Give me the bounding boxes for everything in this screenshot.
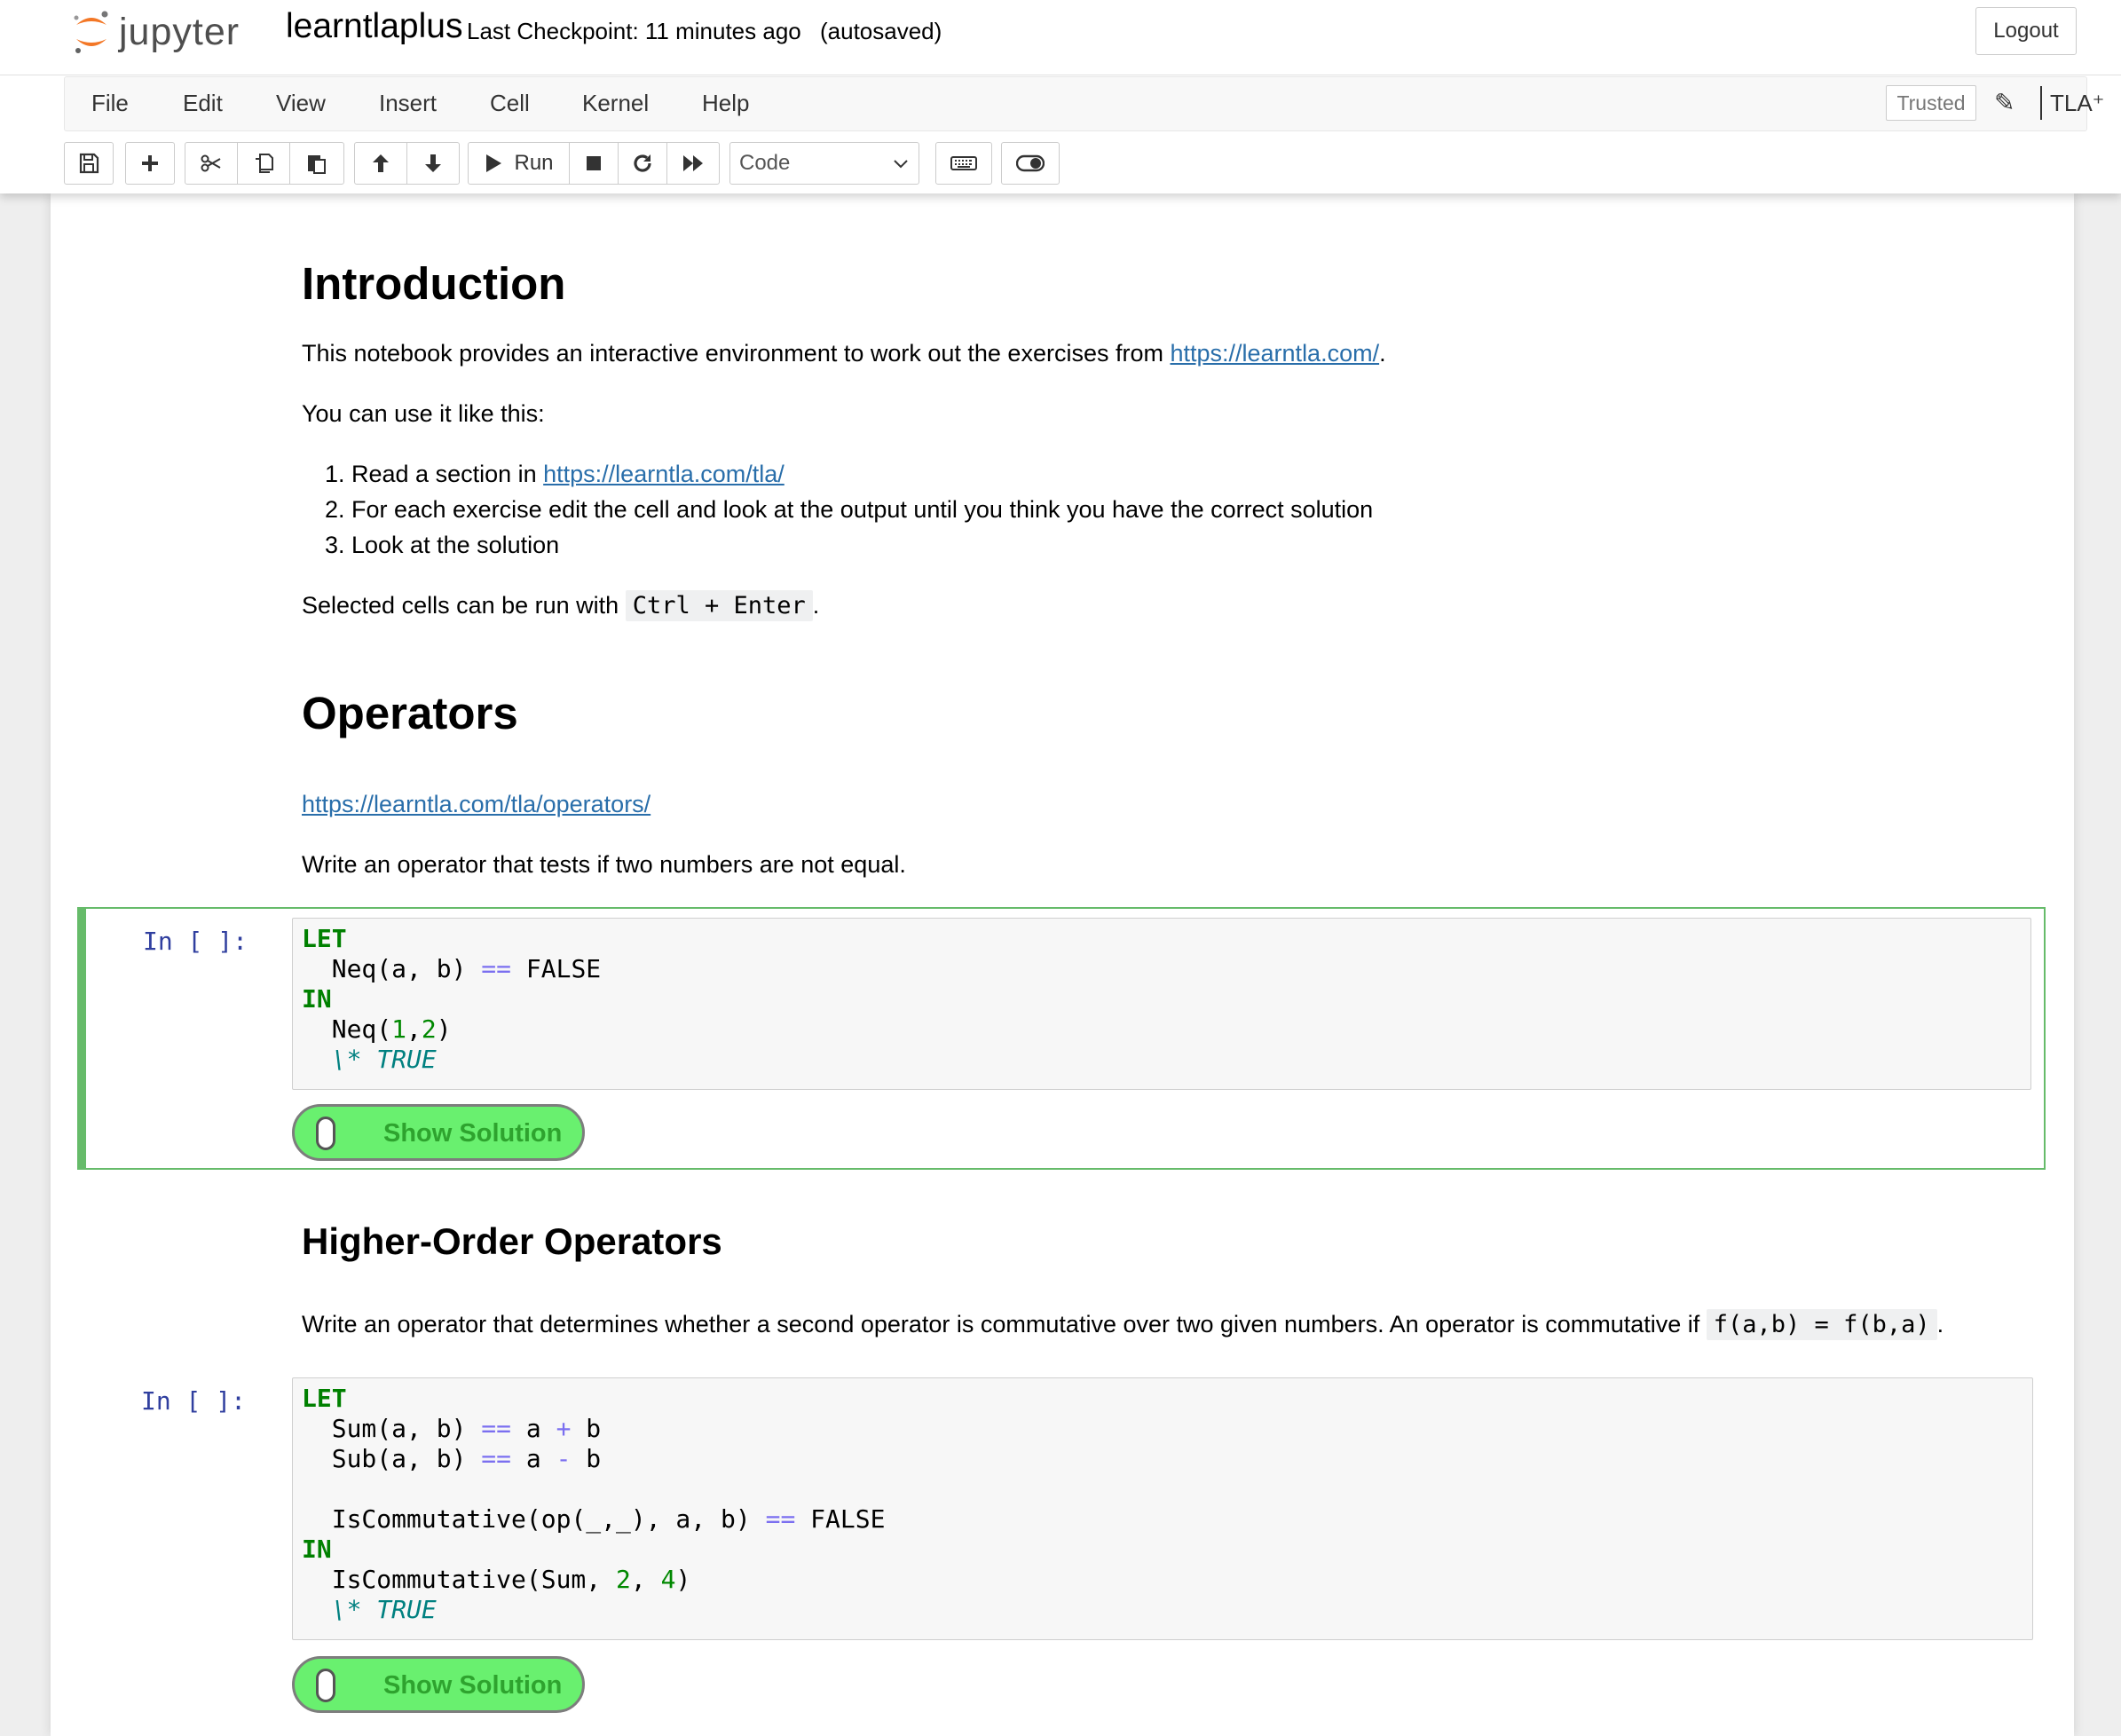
save-icon — [79, 153, 99, 174]
code-content: LET Sum(a, b) == a + b Sub(a, b) == a - … — [302, 1384, 886, 1624]
show-solution-label: Show Solution — [383, 1671, 563, 1700]
cut-icon — [201, 154, 221, 172]
operators-link[interactable]: https://learntla.com/tla/operators/ — [302, 791, 650, 817]
kernel-name[interactable]: TLA⁺ — [2050, 90, 2104, 117]
command-palette-button[interactable] — [935, 142, 992, 185]
toggle-icon — [1016, 154, 1045, 172]
menu-cell[interactable]: Cell — [490, 90, 530, 117]
autosave-status: (autosaved) — [820, 18, 942, 44]
run-button[interactable]: Run — [468, 142, 570, 185]
paste-button[interactable] — [289, 142, 344, 185]
keyboard-icon — [950, 156, 977, 170]
hoo-task: Write an operator that determines whethe… — [302, 1306, 2077, 1343]
jupyter-logo[interactable]: jupyter — [71, 5, 240, 59]
intro-text: This notebook provides an interactive en… — [302, 340, 1171, 367]
fast-forward-icon — [683, 155, 703, 171]
run-paragraph: Selected cells can be run with Ctrl + En… — [302, 588, 1988, 624]
save-button[interactable] — [64, 142, 114, 185]
move-down-button[interactable] — [406, 142, 460, 185]
run-label: Run — [514, 151, 554, 175]
run-text: Selected cells can be run with — [302, 592, 626, 619]
menu-insert[interactable]: Insert — [379, 90, 437, 117]
heading-higher-order-operators: Higher-Order Operators — [302, 1220, 722, 1262]
stop-icon — [587, 156, 601, 170]
menu-view[interactable]: View — [276, 90, 326, 117]
play-icon — [486, 154, 502, 172]
menu-help[interactable]: Help — [702, 90, 749, 117]
step-text: Read a section in — [351, 461, 544, 487]
toggle-knob — [316, 1117, 335, 1150]
hoo-task-end: . — [1936, 1311, 1944, 1338]
toggle-button[interactable] — [1001, 142, 1060, 185]
heading-operators: Operators — [302, 688, 518, 738]
show-solution-button[interactable]: Show Solution — [292, 1104, 585, 1161]
menu-edit[interactable]: Edit — [183, 90, 223, 117]
restart-button[interactable] — [618, 142, 667, 185]
menu-kernel[interactable]: Kernel — [582, 90, 649, 117]
restart-icon — [634, 154, 651, 172]
cut-button[interactable] — [185, 142, 238, 185]
code-cell-neq[interactable]: In [ ]: LET Neq(a, b) == FALSE IN Neq(1,… — [77, 907, 2046, 1170]
intro-text-end: . — [1379, 340, 1386, 367]
operators-link-paragraph: https://learntla.com/tla/operators/ — [302, 786, 1988, 822]
cell-type-select[interactable]: Code — [729, 142, 919, 185]
notebook-header: jupyter learntlaplus Last Checkpoint: 11… — [0, 0, 2121, 193]
cell-prompt: In [ ]: — [140, 1386, 246, 1416]
jupyter-logo-icon — [74, 11, 108, 53]
toggle-knob — [316, 1669, 335, 1702]
move-up-button[interactable] — [354, 142, 407, 185]
code-editor[interactable]: LET Neq(a, b) == FALSE IN Neq(1,2) \* TR… — [292, 918, 2031, 1090]
copy-icon — [256, 154, 273, 173]
arrow-down-icon — [425, 154, 441, 172]
code-content: LET Neq(a, b) == FALSE IN Neq(1,2) \* TR… — [302, 924, 602, 1074]
kernel-divider — [2040, 86, 2042, 120]
checkpoint-status: Last Checkpoint: 11 minutes ago — [467, 18, 801, 44]
notebook-container: Introduction This notebook provides an i… — [51, 193, 2074, 1736]
selected-cell-indicator — [77, 907, 86, 1170]
intro-paragraph: This notebook provides an interactive en… — [302, 335, 1988, 371]
list-item: For each exercise edit the cell and look… — [351, 492, 2038, 527]
heading-introduction: Introduction — [302, 258, 566, 309]
notebook-name[interactable]: learntlaplus — [286, 7, 462, 46]
steps-list: Read a section in https://learntla.com/t… — [302, 456, 2038, 563]
cell-prompt: In [ ]: — [142, 927, 248, 956]
chevron-down-icon — [894, 160, 908, 169]
restart-run-all-button[interactable] — [666, 142, 720, 185]
paste-icon — [308, 155, 326, 174]
insert-cell-button[interactable] — [125, 142, 175, 185]
list-item: Look at the solution — [351, 527, 2038, 563]
show-solution-label: Show Solution — [383, 1119, 563, 1148]
copy-button[interactable] — [237, 142, 290, 185]
tla-link[interactable]: https://learntla.com/tla/ — [543, 461, 785, 487]
code-editor[interactable]: LET Sum(a, b) == a + b Sub(a, b) == a - … — [292, 1377, 2033, 1640]
list-item: Read a section in https://learntla.com/t… — [351, 456, 2038, 492]
interrupt-button[interactable] — [569, 142, 619, 185]
shortcut-code: Ctrl + Enter — [625, 590, 813, 621]
usage-paragraph: You can use it like this: — [302, 400, 545, 427]
cell-type-value: Code — [739, 151, 791, 175]
menubar: File Edit View Insert Cell Kernel Help T… — [64, 76, 2104, 131]
run-text-end: . — [812, 592, 820, 619]
logo-text: jupyter — [119, 10, 240, 53]
trusted-indicator[interactable]: Trusted — [1886, 85, 1976, 121]
menu-file[interactable]: File — [91, 90, 129, 117]
logout-button[interactable]: Logout — [1975, 7, 2077, 55]
hoo-task-text: Write an operator that determines whethe… — [302, 1311, 1707, 1338]
show-solution-button[interactable]: Show Solution — [292, 1656, 585, 1713]
operators-task: Write an operator that tests if two numb… — [302, 851, 906, 878]
learntla-link[interactable]: https://learntla.com/ — [1170, 340, 1379, 367]
pencil-icon[interactable]: ✎ — [1994, 88, 2015, 117]
arrow-up-icon — [373, 154, 389, 172]
commutative-code: f(a,b) = f(b,a) — [1706, 1309, 1937, 1340]
plus-icon — [142, 155, 158, 171]
